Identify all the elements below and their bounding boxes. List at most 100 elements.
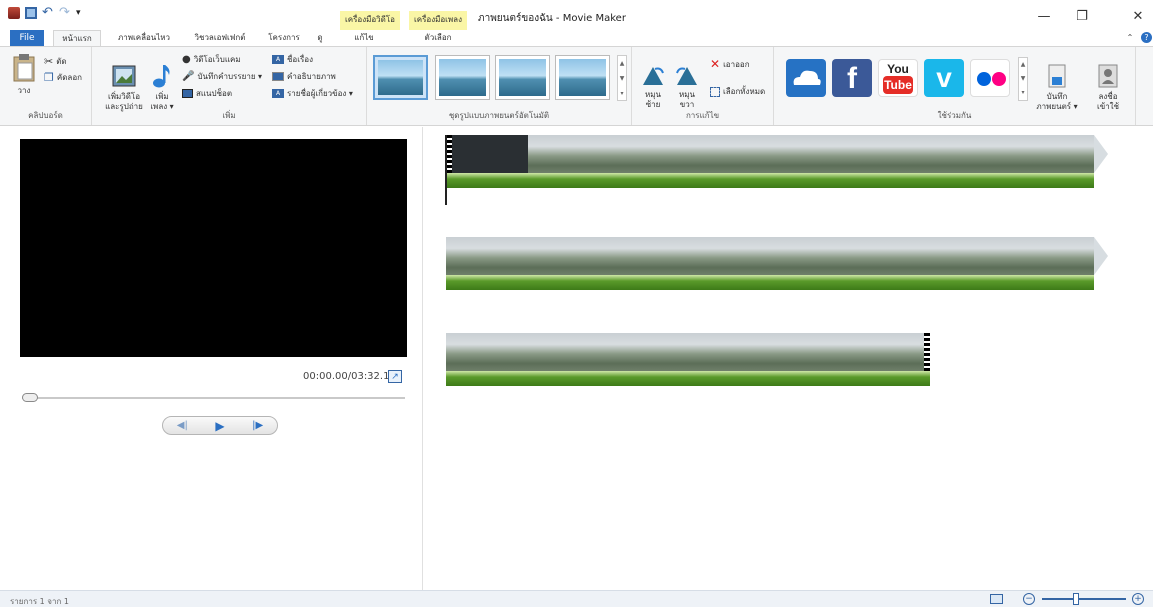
clip-transition-arrow (1094, 237, 1108, 275)
youtube-tube-label: Tube (883, 76, 913, 94)
title-button[interactable]: A ชื่อเรื่อง (272, 53, 313, 66)
youtube-share-button[interactable]: You Tube (878, 59, 918, 97)
tab-options[interactable]: ตัวเลือก (409, 30, 467, 46)
copy-label: คัดลอก (56, 73, 82, 82)
storyboard-row[interactable] (445, 135, 1108, 205)
credits-button[interactable]: A รายชื่อผู้เกี่ยวข้อง ▾ (272, 87, 353, 100)
audio-track[interactable] (446, 275, 1094, 290)
onedrive-share-button[interactable] (786, 59, 826, 97)
tab-animations[interactable]: ภาพเคลื่อนไหว (110, 30, 178, 46)
video-clip[interactable] (446, 237, 1094, 275)
caption-icon (272, 72, 284, 81)
seek-bar[interactable] (22, 397, 405, 399)
audio-track[interactable] (446, 371, 930, 386)
paste-button[interactable]: วาง (8, 53, 40, 96)
video-preview[interactable] (20, 139, 407, 357)
undo-icon[interactable]: ↶ (42, 6, 54, 19)
group-editing: หมุน ซ้าย หมุน ขวา ✕ เอาออก เลือกทั้งหมด … (632, 47, 774, 125)
play-icon[interactable]: ▶ (215, 419, 224, 433)
clip-thumbnail (446, 135, 528, 173)
flickr-share-button[interactable] (970, 59, 1010, 97)
webcam-video-button[interactable]: ● วิดีโอเว็บแคม (182, 53, 241, 66)
film-photo-icon (112, 65, 136, 87)
tab-edit[interactable]: แก้ไข (340, 30, 388, 46)
record-narration-button[interactable]: 🎤 บันทึกคำบรรยาย ▾ (182, 70, 262, 83)
tab-visual-effects[interactable]: วิชวลเอฟเฟกต์ (186, 30, 254, 46)
snapshot-button[interactable]: สแนปช็อต (182, 87, 232, 100)
preview-panel: 00:00.00/03:32.18 ↗ ◀| ▶ |▶ (0, 127, 423, 590)
video-clip[interactable] (446, 135, 1094, 173)
remove-label: เอาออก (723, 59, 750, 69)
ribbon-tabs: File หน้าแรก ภาพเคลื่อนไหว วิชวลเอฟเฟกต์… (0, 30, 1153, 46)
theme-thumbnail[interactable] (495, 55, 550, 100)
zoom-slider[interactable] (1042, 598, 1126, 600)
close-button[interactable]: ✕ (1124, 6, 1152, 28)
theme-thumbnail[interactable] (373, 55, 428, 100)
group-share: f You Tube v ▲ ▼ ▾ บันทึก ภาพยนตร์ ▾ ลงชื่… (774, 47, 1136, 125)
music-note-icon (153, 65, 170, 88)
video-clip[interactable] (446, 333, 930, 371)
select-all-button[interactable]: เลือกทั้งหมด (710, 85, 765, 98)
share-group-label: ใช้ร่วมกัน (937, 111, 972, 120)
vimeo-share-button[interactable]: v (924, 59, 964, 97)
rotate-right-icon (676, 67, 697, 85)
webcam-label: วิดีโอเว็บแคม (193, 55, 241, 64)
paste-icon (13, 54, 35, 82)
zoom-out-icon[interactable]: − (1023, 593, 1035, 605)
theme-thumbnail[interactable] (435, 55, 490, 100)
scissors-icon: ✂ (44, 55, 54, 68)
tab-home[interactable]: หน้าแรก (53, 30, 101, 46)
collapse-ribbon-icon[interactable]: ⌃ (1124, 30, 1136, 46)
quick-access-toolbar: ↶ ↷ ▾ (8, 6, 88, 19)
status-text: รายการ 1 จาก 1 (10, 597, 69, 606)
rotate-left-label: หมุน ซ้าย (644, 90, 661, 109)
narration-label: บันทึกคำบรรยาย ▾ (197, 72, 263, 81)
tab-project[interactable]: โครงการ (262, 30, 306, 46)
zoom-thumb[interactable] (1073, 593, 1079, 605)
theme-thumbnail[interactable] (555, 55, 610, 100)
seek-thumb[interactable] (22, 393, 38, 402)
copy-icon: ❐ (44, 71, 54, 84)
film-strip-edge (924, 333, 930, 371)
clipboard-group-label: คลิปบอร์ด (28, 111, 63, 120)
tab-view[interactable]: ดู (310, 30, 330, 46)
facebook-share-button[interactable]: f (832, 59, 872, 97)
group-add: เพิ่มวิดีโอ และรูปถ่าย เพิ่ม เพลง ▾ ● วิด… (92, 47, 367, 125)
clip-transition-arrow (1094, 135, 1108, 173)
save-icon[interactable] (25, 7, 37, 19)
themes-gallery-scroll[interactable]: ▲ ▼ ▾ (617, 55, 627, 101)
playhead[interactable] (445, 135, 447, 205)
remove-icon: ✕ (710, 57, 721, 71)
save-movie-icon (1048, 64, 1066, 88)
restore-button[interactable]: ❐ (1068, 6, 1096, 28)
cut-button[interactable]: ✂ ตัด (44, 55, 67, 68)
remove-button[interactable]: ✕ เอาออก (710, 57, 750, 71)
customize-qat-icon[interactable]: ▾ (76, 7, 88, 19)
snapshot-label: สแนปช็อต (196, 89, 233, 98)
title-bar: ↶ ↷ ▾ เครื่องมือวิดีโอ เครื่องมือเพลง ภา… (0, 0, 1153, 30)
redo-icon[interactable]: ↷ (59, 6, 71, 19)
group-automovie-themes: ▲ ▼ ▾ ชุดรูปแบบภาพยนตร์อัตโนมัติ (367, 47, 632, 125)
app-menu-icon[interactable] (8, 7, 20, 19)
timecode: 00:00.00/03:32.18 (303, 371, 396, 382)
help-icon[interactable]: ? (1141, 32, 1152, 43)
credits-label: รายชื่อผู้เกี่ยวข้อง ▾ (287, 89, 353, 98)
caption-button[interactable]: คำอธิบายภาพ (272, 70, 336, 83)
minimize-button[interactable]: — (1030, 6, 1058, 28)
share-gallery-scroll[interactable]: ▲ ▼ ▾ (1018, 57, 1028, 101)
thumbnail-size-icon[interactable] (990, 594, 1003, 604)
next-frame-icon[interactable]: |▶ (252, 420, 263, 431)
window-title: ภาพยนตร์ของฉัน - Movie Maker (478, 13, 626, 24)
audio-track[interactable] (446, 173, 1094, 188)
storyboard-row[interactable] (446, 237, 1108, 297)
zoom-in-icon[interactable]: + (1132, 593, 1144, 605)
storyboard-row[interactable] (446, 333, 936, 393)
add-group-label: เพิ่ม (222, 111, 236, 120)
select-all-icon (710, 86, 720, 97)
caption-label: คำอธิบายภาพ (287, 72, 336, 81)
fullscreen-icon[interactable]: ↗ (388, 370, 402, 383)
credits-icon: A (272, 89, 284, 98)
previous-frame-icon[interactable]: ◀| (177, 420, 188, 431)
tab-file[interactable]: File (10, 30, 44, 46)
copy-button[interactable]: ❐ คัดลอก (44, 71, 82, 84)
